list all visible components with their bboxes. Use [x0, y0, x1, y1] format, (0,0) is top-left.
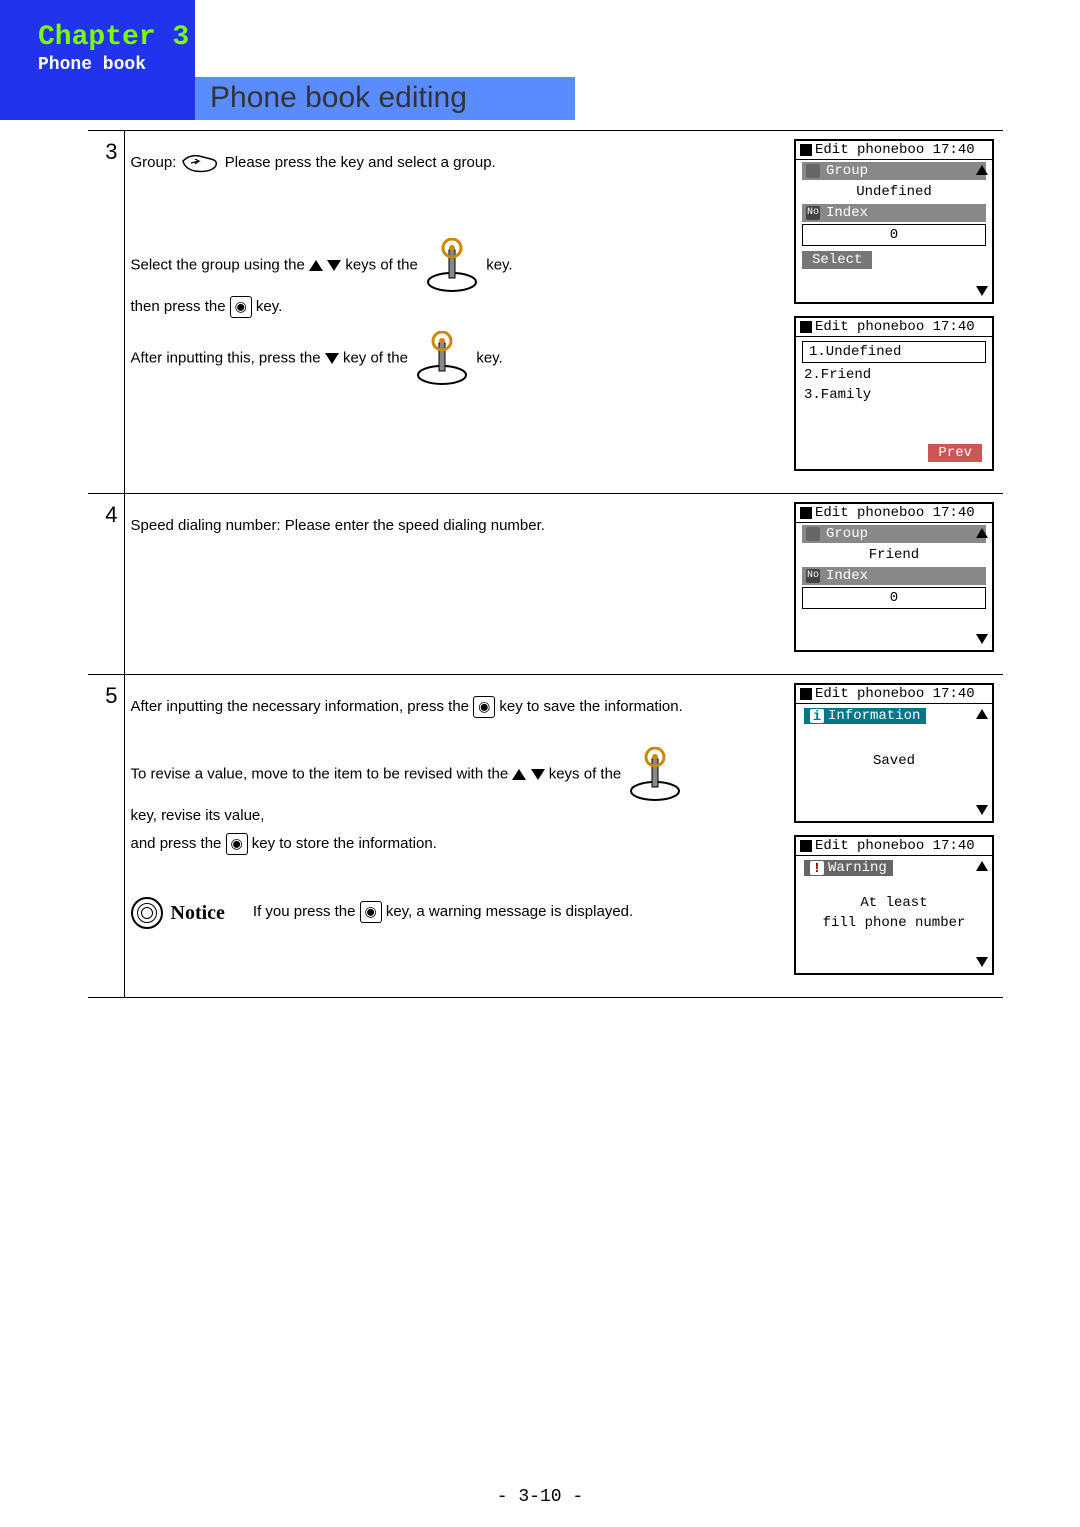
- enter-key-icon: ◉: [473, 696, 495, 718]
- step5-body: After inputting the necessary informatio…: [124, 675, 788, 998]
- step3-screens: Edit phoneboo 17:40 Group Undefined NoIn…: [788, 131, 1003, 494]
- up-arrow-icon: [512, 769, 526, 780]
- step5-num: 5: [88, 675, 124, 998]
- down-arrow-icon: [327, 260, 341, 271]
- prev-button: Prev: [928, 444, 982, 462]
- screen-group-list: Edit phoneboo 17:40 1.Undefined 2.Friend…: [794, 316, 994, 471]
- info-badge: iInformation: [804, 708, 926, 724]
- joystick-icon: [422, 238, 482, 293]
- steps-table: 3 Group: Please press the key and select…: [88, 130, 1003, 998]
- notice-label: Notice: [171, 894, 225, 932]
- chapter: Chapter 3: [38, 22, 195, 53]
- select-button: Select: [802, 251, 872, 269]
- down-arrow-icon: [531, 769, 545, 780]
- joystick-icon: [412, 331, 472, 386]
- hand-icon: [181, 151, 221, 175]
- enter-key-icon: ◉: [230, 296, 252, 318]
- notice-icon: [131, 897, 163, 929]
- section: Phone book: [38, 55, 195, 75]
- up-arrow-icon: [309, 260, 323, 271]
- down-arrow-icon: [325, 353, 339, 364]
- warning-badge: !Warning: [804, 860, 893, 876]
- page-title: Phone book editing: [210, 81, 467, 115]
- step4-num: 4: [88, 494, 124, 675]
- group-icon: [806, 527, 820, 541]
- page-number: - 3-10 -: [0, 1487, 1080, 1507]
- joystick-icon: [625, 747, 685, 802]
- group-icon: [806, 164, 820, 178]
- index-icon: No: [806, 569, 820, 583]
- screen-warning: Edit phoneboo 17:40 !Warning At least fi…: [794, 835, 994, 975]
- screen-edit-friend: Edit phoneboo 17:40 Group Friend NoIndex…: [794, 502, 994, 652]
- step3-num: 3: [88, 131, 124, 494]
- index-icon: No: [806, 206, 820, 220]
- enter-key-icon: ◉: [226, 833, 248, 855]
- screen-edit-group: Edit phoneboo 17:40 Group Undefined NoIn…: [794, 139, 994, 304]
- screen-saved: Edit phoneboo 17:40 iInformation Saved: [794, 683, 994, 823]
- step3-body: Group: Please press the key and select a…: [124, 131, 788, 494]
- enter-key-icon: ◉: [360, 901, 382, 923]
- step5-screens: Edit phoneboo 17:40 iInformation Saved E…: [788, 675, 1003, 998]
- step4-screens: Edit phoneboo 17:40 Group Friend NoIndex…: [788, 494, 1003, 675]
- step4-body: Speed dialing number: Please enter the s…: [124, 494, 788, 675]
